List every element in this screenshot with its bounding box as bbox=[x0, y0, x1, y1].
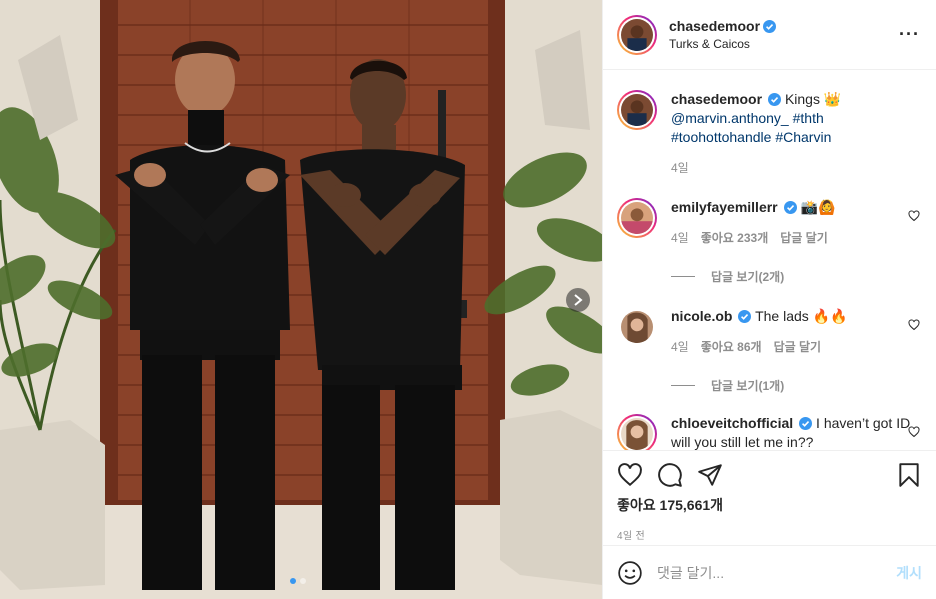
add-comment-bar: 게시 bbox=[603, 545, 936, 599]
comment-bubble-icon[interactable] bbox=[657, 462, 683, 488]
comment-time: 4일 bbox=[671, 340, 689, 354]
verified-badge-icon bbox=[768, 93, 782, 106]
carousel-indicator bbox=[290, 578, 306, 584]
more-options-icon[interactable]: ··· bbox=[899, 24, 920, 45]
comment-like-icon[interactable] bbox=[908, 426, 920, 438]
reply-button[interactable]: 답글 달기 bbox=[774, 338, 822, 357]
comment-input[interactable] bbox=[657, 564, 897, 581]
header-username[interactable]: chasedemoor bbox=[669, 18, 760, 34]
comment-avatar[interactable] bbox=[617, 307, 657, 347]
comment-username[interactable]: emilyfayemillerr bbox=[671, 199, 778, 215]
comment-username[interactable]: chloeveitchofficial bbox=[671, 415, 793, 431]
hashtag-link[interactable]: #Charvin bbox=[775, 129, 831, 145]
comment-likes[interactable]: 좋아요 233개 bbox=[701, 229, 769, 248]
verified-badge-icon bbox=[799, 417, 813, 430]
comment-text: 📸🙆 bbox=[800, 199, 836, 215]
caption-avatar[interactable] bbox=[617, 90, 657, 130]
carousel-dot bbox=[290, 578, 296, 584]
comment-like-icon[interactable] bbox=[908, 210, 920, 222]
post-modal: chasedemoor Turks & Caicos ··· chasedemo… bbox=[0, 0, 936, 599]
reply-button[interactable]: 답글 달기 bbox=[780, 229, 828, 248]
view-replies-label: 답글 보기(2개) bbox=[711, 270, 785, 284]
comment: nicole.ob The lads 🔥🔥 4일 좋아요 86개 답글 달기 bbox=[617, 307, 920, 357]
comment-avatar[interactable] bbox=[617, 414, 657, 450]
photo-image bbox=[0, 0, 602, 599]
comments-list: chasedemoor Kings 👑 @marvin.anthony_ #th… bbox=[603, 70, 936, 450]
hashtag-link[interactable]: #toohottohandle bbox=[671, 129, 771, 145]
location-link[interactable]: Turks & Caicos bbox=[669, 37, 899, 51]
emoji-smiley-icon[interactable] bbox=[617, 560, 643, 586]
verified-badge-icon bbox=[763, 20, 777, 33]
share-paper-plane-icon[interactable] bbox=[697, 462, 723, 488]
post-time: 4일 전 bbox=[617, 531, 645, 542]
comment-username[interactable]: nicole.ob bbox=[671, 308, 732, 324]
mention-link[interactable]: @marvin.anthony_ bbox=[671, 110, 789, 126]
like-count[interactable]: 좋아요 175,661개 bbox=[617, 495, 922, 515]
chevron-right-icon bbox=[574, 294, 583, 306]
caption-text: Kings 👑 bbox=[784, 91, 842, 107]
caption-username[interactable]: chasedemoor bbox=[671, 91, 762, 107]
next-photo-button[interactable] bbox=[566, 288, 590, 312]
carousel-dot bbox=[300, 578, 306, 584]
verified-badge-icon bbox=[738, 310, 752, 323]
comment-time: 4일 bbox=[671, 231, 689, 245]
save-bookmark-icon[interactable] bbox=[896, 462, 922, 488]
view-replies-button[interactable]: 답글 보기(1개) bbox=[671, 377, 920, 394]
post-comment-button[interactable]: 게시 bbox=[896, 563, 922, 583]
view-replies-label: 답글 보기(1개) bbox=[711, 379, 785, 393]
comment-avatar[interactable] bbox=[617, 198, 657, 238]
comment-likes[interactable]: 좋아요 86개 bbox=[701, 338, 762, 357]
verified-badge-icon bbox=[783, 201, 797, 214]
comment-like-icon[interactable] bbox=[908, 319, 920, 331]
avatar[interactable] bbox=[617, 14, 657, 55]
hashtag-link[interactable]: #thth bbox=[793, 110, 824, 126]
like-heart-icon[interactable] bbox=[617, 462, 643, 488]
post-photo[interactable] bbox=[0, 0, 602, 599]
comment-text: The lads 🔥🔥 bbox=[755, 308, 848, 324]
action-bar: 좋아요 175,661개 4일 전 bbox=[603, 450, 936, 545]
post-side-panel: chasedemoor Turks & Caicos ··· chasedemo… bbox=[602, 0, 936, 599]
comment: emilyfayemillerr 📸🙆 4일 좋아요 233개 답글 달기 bbox=[617, 198, 920, 248]
caption: chasedemoor Kings 👑 @marvin.anthony_ #th… bbox=[617, 90, 920, 178]
comment: chloeveitchofficial I haven’t got ID wil… bbox=[617, 414, 920, 450]
post-header: chasedemoor Turks & Caicos ··· bbox=[603, 0, 936, 70]
caption-time: 4일 bbox=[671, 161, 689, 175]
view-replies-button[interactable]: 답글 보기(2개) bbox=[671, 268, 920, 285]
